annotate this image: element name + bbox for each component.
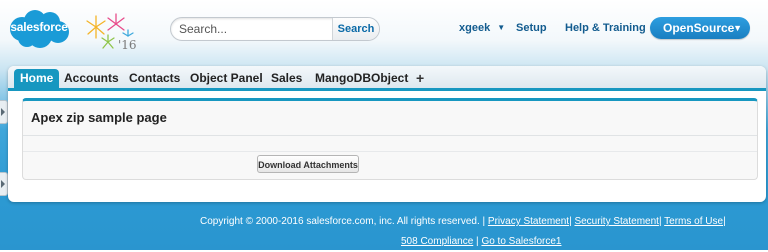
separator: | xyxy=(569,216,572,227)
global-header: salesforce '16 Search... Search xgeek ▼ … xyxy=(0,0,768,62)
separator: | xyxy=(482,216,486,227)
separator: | xyxy=(658,216,662,227)
search-button[interactable]: Search xyxy=(332,18,379,40)
download-attachments-button[interactable]: Download Attachments xyxy=(257,155,359,173)
user-name: xgeek xyxy=(459,22,491,34)
caret-down-icon: ▼ xyxy=(733,23,742,33)
tab-contacts[interactable]: Contacts xyxy=(129,69,180,88)
divider xyxy=(23,135,757,136)
sidebar-expand-handle[interactable] xyxy=(0,100,8,124)
caret-down-icon: ▼ xyxy=(497,23,506,32)
tab-sales[interactable]: Sales xyxy=(271,69,302,88)
separator: | xyxy=(723,216,726,227)
salesforce-logo[interactable]: salesforce xyxy=(8,9,70,49)
privacy-statement-link[interactable]: Privacy Statement xyxy=(488,216,569,227)
page-title: Apex zip sample page xyxy=(31,110,167,125)
508-compliance-link[interactable]: 508 Compliance xyxy=(401,236,473,247)
tab-accounts[interactable]: Accounts xyxy=(64,69,119,88)
tab-mangodbobject[interactable]: MangoDBObject xyxy=(315,69,408,88)
go-to-salesforce1-link[interactable]: Go to Salesforce1 xyxy=(481,236,561,247)
app-switcher-button[interactable]: OpenSource ▼ xyxy=(650,17,750,39)
tab-object-panel[interactable]: Object Panel xyxy=(190,69,263,88)
copyright-text: Copyright © 2000-2016 salesforce.com, in… xyxy=(200,216,480,227)
user-menu[interactable]: xgeek ▼ xyxy=(459,22,505,34)
footer-line-1: Copyright © 2000-2016 salesforce.com, in… xyxy=(200,212,760,232)
logo-text: salesforce xyxy=(10,20,68,34)
tab-bar: Home Accounts Contacts Object Panel Sale… xyxy=(8,66,766,91)
help-training-link[interactable]: Help & Training xyxy=(565,22,646,34)
page-block: Apex zip sample page Download Attachment… xyxy=(22,98,758,180)
app-switcher-label: OpenSource xyxy=(663,21,735,35)
terms-of-use-link[interactable]: Terms of Use xyxy=(664,216,723,227)
divider xyxy=(23,151,757,152)
main-panel: Home Accounts Contacts Object Panel Sale… xyxy=(8,66,766,202)
sidebar-expand-handle[interactable] xyxy=(0,172,8,196)
add-tab-plus-icon[interactable]: + xyxy=(416,69,424,88)
separator: | xyxy=(476,236,479,247)
search-input[interactable] xyxy=(179,19,329,38)
setup-link[interactable]: Setup xyxy=(516,22,547,34)
tab-home[interactable]: Home xyxy=(14,69,60,88)
search-box: Search xyxy=(170,17,380,41)
footer-line-2: 508 Compliance | Go to Salesforce1 xyxy=(200,232,760,252)
footer: Copyright © 2000-2016 salesforce.com, in… xyxy=(200,212,760,252)
release-badge: '16 xyxy=(82,10,144,54)
security-statement-link[interactable]: Security Statement xyxy=(574,216,658,227)
release-year: '16 xyxy=(118,38,137,52)
